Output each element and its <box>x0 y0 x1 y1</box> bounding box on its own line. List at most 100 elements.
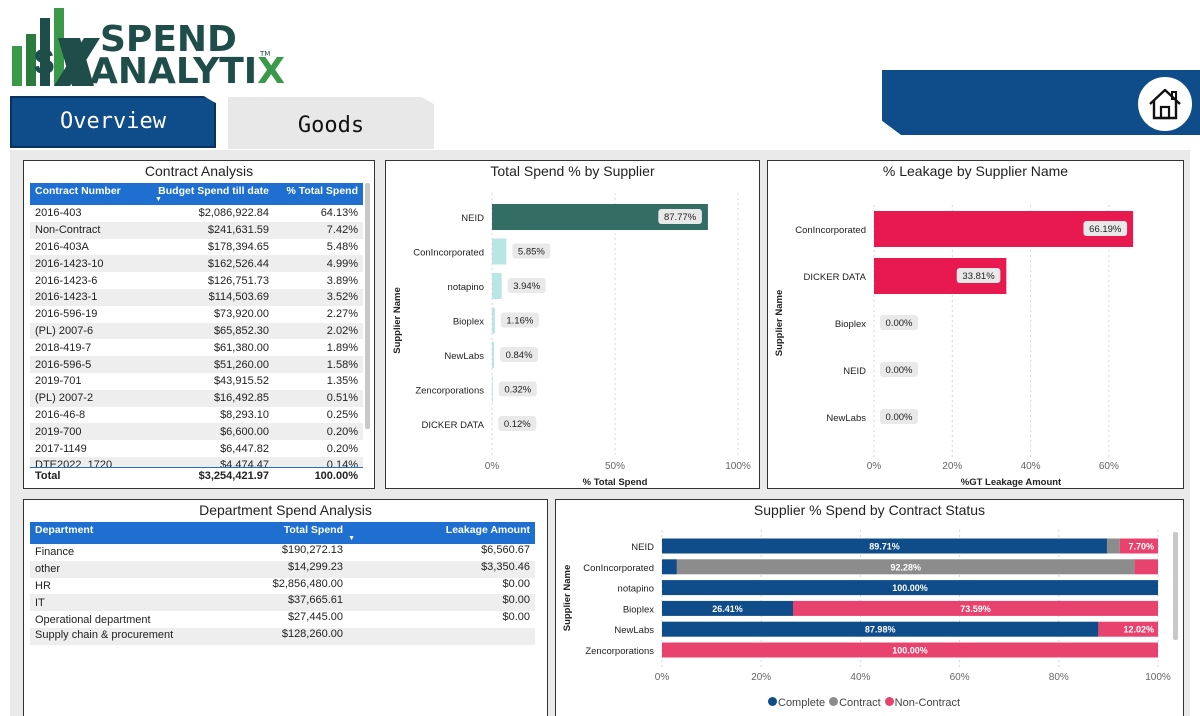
col-budget-spend[interactable]: Budget Spend till date ▼ <box>150 183 274 205</box>
y-category-label: DICKER DATA <box>804 272 867 283</box>
contract-cell: $61,380.00 <box>213 341 269 354</box>
data-label: 66.19% <box>1089 224 1122 235</box>
y-axis-title: Supplier Name <box>562 565 573 632</box>
legend-complete[interactable]: Complete <box>768 697 825 709</box>
y-axis-title: Supplier Name <box>392 287 403 354</box>
table-row[interactable]: 2016-403 $2,086,922.84 64.13% <box>30 205 363 222</box>
table-row[interactable]: Non-Contract $241,631.59 7.42% <box>30 221 363 239</box>
data-label: 0.32% <box>504 385 531 396</box>
table-row[interactable]: HR $2,856,480.00 $0.00 <box>30 578 535 595</box>
contract-cell: 1.89% <box>326 341 358 354</box>
contract-analysis-title: Contract Analysis <box>144 163 254 179</box>
contract-cell: 2018-419-7 <box>35 341 92 354</box>
col-leakage-amount[interactable]: Leakage Amount <box>348 522 535 544</box>
table-row[interactable]: IT $37,665.61 $0.00 <box>30 594 535 612</box>
col-department[interactable]: Department <box>30 522 180 544</box>
stacked-bar-segment <box>1134 559 1158 575</box>
department-cell: $6,560.67 <box>481 544 530 556</box>
chart3-scrollbar[interactable] <box>1173 532 1178 640</box>
total-label: Total <box>35 470 61 483</box>
contract-cell: $6,447.82 <box>220 442 269 455</box>
tab-goods[interactable]: Goods <box>228 97 434 149</box>
data-label: 5.85% <box>518 247 545 258</box>
chart3-legend: Complete Contract Non-Contract <box>768 697 960 709</box>
legend-complete-dot <box>768 697 777 706</box>
stacked-bar-segment <box>662 559 677 575</box>
data-label: 1.16% <box>506 316 533 327</box>
x-tick-label: 0% <box>485 461 500 472</box>
col-total-spend[interactable]: % Total Spend <box>274 183 363 205</box>
department-cell: $2,856,480.00 <box>272 577 343 590</box>
table-row[interactable]: 2019-701 $43,915.52 1.35% <box>30 373 363 390</box>
contract-cell: $126,751.73 <box>207 274 269 287</box>
bar <box>492 238 507 265</box>
table-row[interactable]: 2016-596-19 $73,920.00 2.27% <box>30 306 363 323</box>
y-category-label: Zencorporations <box>415 386 484 397</box>
table-row[interactable]: 2017-1149 $6,447.82 0.20% <box>30 440 363 457</box>
department-cell: other <box>30 560 180 578</box>
total-percent: 100.00% <box>314 470 358 483</box>
contract-cell: $16,492.85 <box>150 389 274 407</box>
table-row[interactable]: (PL) 2007-2 $16,492.85 0.51% <box>30 389 363 407</box>
contract-cell: 1.58% <box>274 356 363 373</box>
contract-cell: DTE2022_1720 <box>30 456 150 467</box>
contract-table-viewport[interactable]: Contract Number Budget Spend till date ▼ … <box>30 183 363 467</box>
table-row[interactable]: DTE2022_1720 $4,474.47 0.14% <box>30 456 363 467</box>
table-row[interactable]: 2016-46-8 $8,293.10 0.25% <box>30 407 363 424</box>
x-tick-label: 40% <box>850 672 870 683</box>
contract-cell: 2017-1149 <box>35 442 87 455</box>
table-row[interactable]: 2016-596-5 $51,260.00 1.58% <box>30 356 363 373</box>
x-tick-label: 60% <box>950 672 970 683</box>
table-row[interactable]: 2019-700 $6,600.00 0.20% <box>30 423 363 441</box>
spend-analytix-logo: $ SPEND ANALYTIX TM <box>10 8 285 90</box>
department-cell: $14,299.23 <box>180 560 348 578</box>
department-table-viewport[interactable]: Department Total Spend ▼ Leakage Amount F… <box>30 522 535 645</box>
y-category-label: NewLabs <box>614 625 654 636</box>
col-dept-total-spend[interactable]: Total Spend ▼ <box>180 522 355 544</box>
sort-desc-icon: ▼ <box>348 535 355 542</box>
y-category-label: NewLabs <box>444 351 484 362</box>
contract-table-scrollbar[interactable] <box>365 183 370 429</box>
y-category-label: Zencorporations <box>585 646 654 657</box>
x-tick-label: 40% <box>1021 461 1041 472</box>
legend-contract[interactable]: Contract <box>829 697 881 709</box>
table-row[interactable]: (PL) 2007-6 $65,852.30 2.02% <box>30 322 363 340</box>
x-axis-title: % Total Spend <box>583 477 648 488</box>
contract-cell: 2016-403 <box>35 207 82 220</box>
legend-non-contract[interactable]: Non-Contract <box>884 697 960 709</box>
contract-cell: 3.89% <box>326 274 358 287</box>
bar <box>492 376 493 403</box>
department-cell: $190,272.13 <box>281 544 343 556</box>
department-cell: $37,665.61 <box>180 594 348 612</box>
contract-cell: 7.42% <box>274 221 363 239</box>
table-row[interactable]: Finance $190,272.13 $6,560.67 <box>30 544 535 561</box>
table-row[interactable]: 2016-403A $178,394.65 5.48% <box>30 239 363 256</box>
table-row[interactable]: 2016-1423-6 $126,751.73 3.89% <box>30 272 363 289</box>
department-spend-panel: Department Spend Analysis Department Tot… <box>23 499 548 716</box>
tab-overview[interactable]: Overview <box>10 96 216 148</box>
contract-cell: 0.14% <box>274 456 363 467</box>
col-contract-number[interactable]: Contract Number <box>30 183 150 205</box>
department-cell: Supply chain & procurement <box>30 627 180 645</box>
contract-cell: 2.27% <box>326 308 358 321</box>
contract-cell: $2,086,922.84 <box>198 207 269 220</box>
y-axis-title: Supplier Name <box>774 290 785 357</box>
department-table: Department Total Spend ▼ Leakage Amount F… <box>30 522 535 645</box>
table-row[interactable]: Supply chain & procurement $128,260.00 <box>30 627 535 645</box>
department-title: Department Spend Analysis <box>199 502 372 518</box>
y-category-label: DICKER DATA <box>422 420 485 431</box>
table-row[interactable]: other $14,299.23 $3,350.46 <box>30 560 535 578</box>
department-cell: Finance <box>35 546 75 559</box>
department-cell: $128,260.00 <box>180 627 348 645</box>
contract-cell: 2016-596-5 <box>30 356 150 373</box>
table-row[interactable]: 2016-1423-10 $162,526.44 4.99% <box>30 255 363 273</box>
table-row[interactable]: 2016-1423-1 $114,503.69 3.52% <box>30 288 363 306</box>
x-tick-label: 100% <box>1145 672 1171 683</box>
contract-status-panel: Supplier % Spend by Contract Status 0% 20… <box>555 499 1184 716</box>
x-tick-label: 20% <box>751 672 771 683</box>
x-tick-label: 100% <box>725 461 751 472</box>
y-category-label: notapino <box>448 282 484 293</box>
home-button[interactable] <box>1136 75 1194 133</box>
table-row[interactable]: Operational department $27,445.00 $0.00 <box>30 611 535 628</box>
table-row[interactable]: 2018-419-7 $61,380.00 1.89% <box>30 339 363 356</box>
